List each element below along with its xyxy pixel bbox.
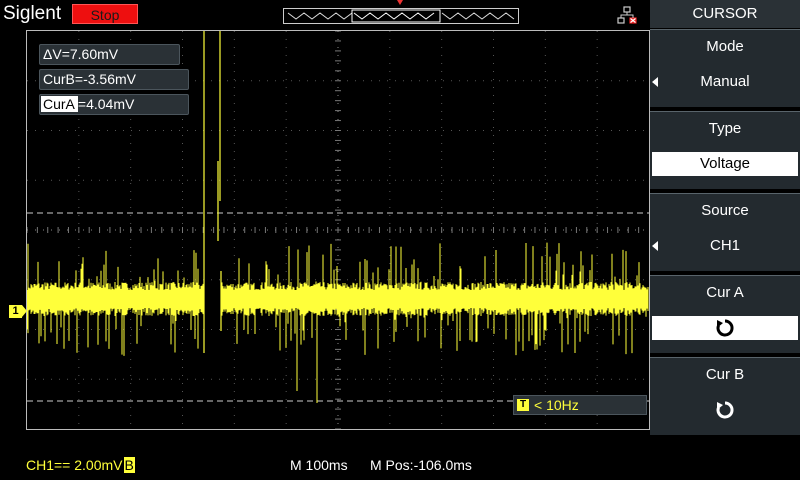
memory-position-bar: [283, 8, 519, 24]
menu-left-arrow-icon: [652, 77, 658, 87]
menu-item-cur-a[interactable]: Cur A: [650, 275, 800, 353]
source-value-text: CH1: [709, 237, 740, 254]
trigger-frequency-value: < 10Hz: [534, 397, 579, 413]
menu-title: CURSOR: [650, 0, 800, 28]
cursor-menu: CURSOR Mode Manual Type Voltage Source C…: [650, 0, 800, 480]
cur-b-label: Cur B: [705, 366, 745, 383]
menu-item-type[interactable]: Type Voltage: [650, 111, 800, 189]
trigger-position-marker: [397, 0, 403, 5]
cur-b-knob: [652, 398, 798, 422]
source-label: Source: [701, 202, 749, 219]
memory-waveform-preview: [287, 9, 515, 23]
cursor-a-readout: CurA =4.04mV: [39, 94, 189, 115]
waveform-display[interactable]: ΔV=7.60mV CurB=-3.56mV CurA =4.04mV T < 1…: [26, 30, 650, 430]
ch1-vertical-scale: CH1== 2.00mV B: [26, 457, 135, 473]
mode-value: Manual: [652, 70, 798, 94]
bandwidth-limit-badge: B: [123, 457, 135, 473]
delta-v-readout: ΔV=7.60mV: [39, 44, 180, 65]
cursor-a-value: =4.04mV: [77, 96, 135, 112]
horizontal-position-readout: M Pos:-106.0ms: [370, 457, 472, 473]
ch1-marker-arrow: [22, 305, 27, 317]
run-stop-indicator[interactable]: Stop: [72, 4, 138, 24]
brand-logo: Siglent: [3, 3, 62, 24]
source-value: CH1: [652, 234, 798, 258]
ch1-waveform: [27, 31, 649, 403]
trigger-icon: T: [517, 399, 529, 411]
timebase-readout: M 100ms: [290, 457, 348, 473]
cur-a-label: Cur A: [706, 284, 744, 301]
network-icon: [617, 6, 637, 24]
trigger-frequency-readout: T < 10Hz: [513, 395, 647, 415]
menu-item-mode[interactable]: Mode Manual: [650, 29, 800, 107]
bottom-status-bar: CH1== 2.00mV B M 100ms M Pos:-106.0ms: [0, 450, 650, 480]
cursor-a-label: CurA: [41, 96, 78, 112]
type-value: Voltage: [652, 152, 798, 176]
menu-left-arrow-icon: [652, 241, 658, 251]
mode-label: Mode: [706, 38, 744, 55]
waveform-glitch: [203, 31, 222, 353]
type-label: Type: [708, 120, 742, 137]
cursor-b-readout: CurB=-3.56mV: [39, 69, 189, 90]
menu-item-cur-b[interactable]: Cur B: [650, 357, 800, 435]
mode-value-text: Manual: [700, 73, 750, 90]
menu-item-source[interactable]: Source CH1: [650, 193, 800, 271]
rotate-knob-icon: [716, 319, 734, 337]
ch1-offset-marker[interactable]: 1: [9, 305, 22, 318]
cur-a-knob: [652, 316, 798, 340]
ch1-scale-text: CH1== 2.00mV: [26, 457, 123, 473]
rotate-knob-icon: [716, 401, 734, 419]
top-status-bar: Siglent Stop: [0, 0, 650, 28]
waveform-spikes: [27, 242, 647, 403]
